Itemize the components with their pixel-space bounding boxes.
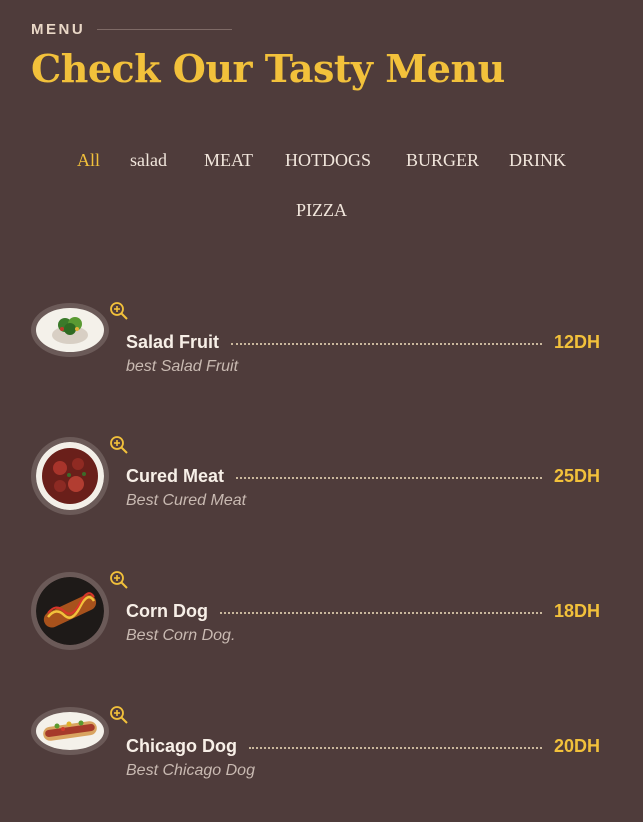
item-row: Chicago Dog 20DH bbox=[126, 736, 600, 757]
zoom-in-icon[interactable] bbox=[109, 301, 129, 321]
item-name[interactable]: Corn Dog bbox=[126, 601, 208, 622]
menu-item: Chicago Dog 20DH Best Chicago Dog bbox=[31, 705, 611, 797]
dotted-leader bbox=[236, 476, 542, 479]
item-thumbnail bbox=[31, 707, 109, 755]
item-name[interactable]: Chicago Dog bbox=[126, 736, 237, 757]
item-description: Best Cured Meat bbox=[126, 492, 247, 509]
page-title: Check Our Tasty Menu bbox=[31, 46, 505, 91]
item-thumbnail bbox=[31, 303, 109, 357]
salad-fruit-image bbox=[36, 308, 104, 352]
item-price: 12DH bbox=[553, 332, 600, 352]
filter-drink[interactable]: DRINK bbox=[509, 150, 566, 171]
filter-all[interactable]: All bbox=[77, 150, 100, 171]
item-row: Salad Fruit 12DH bbox=[126, 332, 600, 353]
filter-burger[interactable]: BURGER bbox=[406, 150, 479, 171]
corn-dog-image bbox=[36, 577, 104, 645]
menu-item: Salad Fruit 12DH best Salad Fruit bbox=[31, 301, 611, 393]
cured-meat-image bbox=[36, 442, 104, 510]
filter-hotdogs[interactable]: HOTDOGS bbox=[285, 150, 371, 171]
zoom-in-icon[interactable] bbox=[109, 435, 129, 455]
item-description: Best Corn Dog. bbox=[126, 627, 236, 644]
menu-item: Cured Meat 25DH Best Cured Meat bbox=[31, 435, 611, 527]
section-label-text: MENU bbox=[31, 21, 86, 38]
filter-pizza[interactable]: PIZZA bbox=[296, 200, 347, 221]
zoom-in-icon[interactable] bbox=[109, 570, 129, 590]
dotted-leader bbox=[219, 611, 542, 614]
item-row: Corn Dog 18DH bbox=[126, 601, 600, 622]
item-name[interactable]: Salad Fruit bbox=[126, 332, 219, 353]
filter-meat[interactable]: MEAT bbox=[204, 150, 253, 171]
item-thumbnail bbox=[31, 437, 109, 515]
item-name[interactable]: Cured Meat bbox=[126, 466, 224, 487]
item-row: Cured Meat 25DH bbox=[126, 466, 600, 487]
menu-item: Corn Dog 18DH Best Corn Dog. bbox=[31, 570, 611, 662]
item-price: 25DH bbox=[553, 466, 600, 486]
filter-salad[interactable]: salad bbox=[130, 150, 167, 171]
item-price: 18DH bbox=[553, 601, 600, 621]
item-thumbnail bbox=[31, 572, 109, 650]
item-description: Best Chicago Dog bbox=[126, 762, 255, 779]
section-label-divider bbox=[97, 29, 233, 30]
chicago-dog-image bbox=[36, 712, 104, 750]
item-description: best Salad Fruit bbox=[126, 358, 239, 375]
item-price: 20DH bbox=[553, 736, 600, 756]
section-label: MENU bbox=[31, 21, 233, 38]
dotted-leader bbox=[249, 746, 542, 749]
zoom-in-icon[interactable] bbox=[109, 705, 129, 725]
dotted-leader bbox=[231, 342, 542, 345]
